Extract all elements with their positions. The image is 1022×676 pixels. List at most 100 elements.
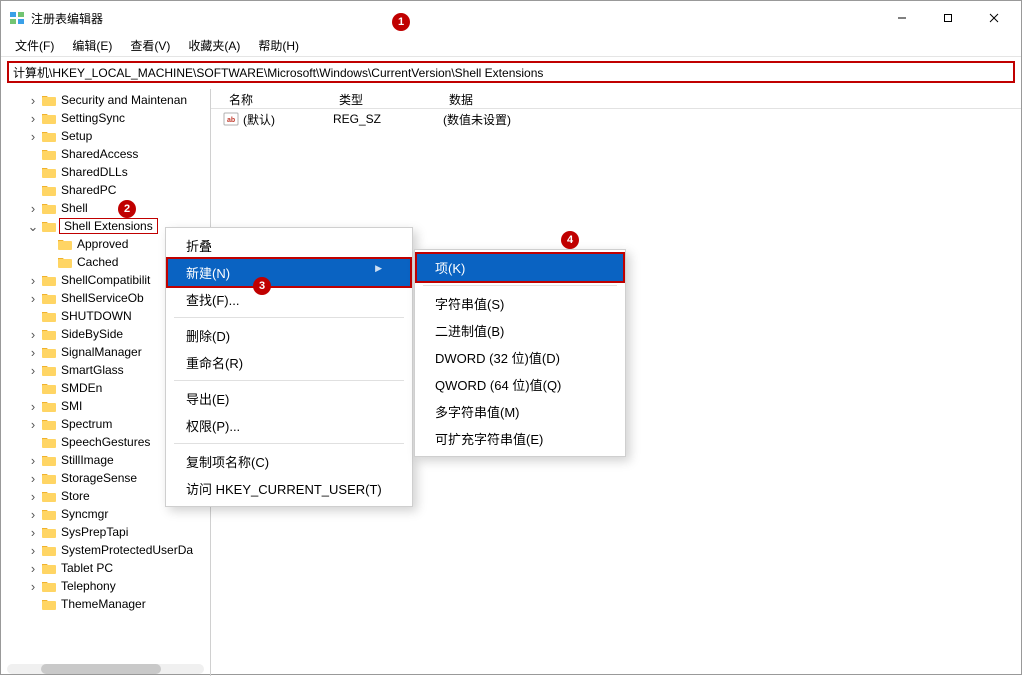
ctx-separator (423, 285, 617, 286)
context-submenu-new[interactable]: 项(K) 字符串值(S) 二进制值(B) DWORD (32 位)值(D) QW… (414, 249, 626, 457)
tree-item[interactable]: ›Syncmgr (3, 505, 210, 523)
chevron-right-icon[interactable]: › (27, 364, 39, 377)
ctx-new-multistring[interactable]: 多字符串值(M) (417, 398, 623, 425)
maximize-button[interactable] (925, 3, 971, 33)
ctx-separator (174, 380, 404, 381)
menu-file[interactable]: 文件(F) (7, 35, 62, 56)
ctx-new-string[interactable]: 字符串值(S) (417, 290, 623, 317)
folder-icon (41, 219, 57, 233)
chevron-right-icon[interactable]: › (27, 508, 39, 521)
address-bar[interactable]: 计算机\HKEY_LOCAL_MACHINE\SOFTWARE\Microsof… (7, 61, 1015, 83)
folder-icon (41, 579, 57, 593)
tree-item[interactable]: SharedAccess (3, 145, 210, 163)
ctx-separator (174, 317, 404, 318)
chevron-right-icon[interactable]: › (27, 454, 39, 467)
ctx-separator (174, 443, 404, 444)
tree-item[interactable]: › SysPrepTapi (3, 523, 210, 541)
svg-text:ab: ab (227, 117, 235, 124)
chevron-right-icon[interactable]: › (27, 490, 39, 503)
tree-item-label: ThemeManager (59, 597, 148, 611)
chevron-right-icon[interactable]: › (27, 328, 39, 341)
tree-hscroll-thumb[interactable] (41, 664, 161, 674)
tree-hscrollbar[interactable] (7, 664, 204, 674)
tree-item-label: Shell Extensions (59, 218, 158, 234)
ctx-new-qword[interactable]: QWORD (64 位)值(Q) (417, 371, 623, 398)
chevron-right-icon[interactable]: › (27, 526, 39, 539)
tree-item-label: SHUTDOWN (59, 309, 134, 323)
list-row-name: (默认) (243, 111, 275, 128)
chevron-right-icon[interactable]: › (27, 202, 39, 215)
tree-item-label: Cached (75, 255, 120, 269)
tree-item[interactable]: ›Shell (3, 199, 210, 217)
tree-item[interactable]: ›Tablet PC (3, 559, 210, 577)
tree-item[interactable]: SharedPC (3, 181, 210, 199)
chevron-right-icon[interactable]: › (27, 472, 39, 485)
tree-item[interactable]: ›Security and Maintenan (3, 91, 210, 109)
ctx-goto-hkcu[interactable]: 访问 HKEY_CURRENT_USER(T) (168, 475, 410, 502)
ctx-new[interactable]: 新建(N) (166, 257, 412, 288)
context-menu[interactable]: 折叠 新建(N) 查找(F)... 删除(D) 重命名(R) 导出(E) 权限(… (165, 227, 413, 507)
menu-view[interactable]: 查看(V) (122, 35, 178, 56)
chevron-right-icon[interactable]: › (27, 418, 39, 431)
minimize-button[interactable] (879, 3, 925, 33)
folder-icon (57, 255, 73, 269)
ctx-new-key[interactable]: 项(K) (415, 252, 625, 283)
annotation-2: 2 (118, 200, 136, 218)
col-header-type[interactable]: 类型 (333, 89, 443, 108)
chevron-right-icon[interactable]: › (27, 94, 39, 107)
tree-item-label: SharedPC (59, 183, 118, 197)
ctx-collapse[interactable]: 折叠 (168, 232, 410, 259)
annotation-4: 4 (561, 231, 579, 249)
chevron-right-icon[interactable]: › (27, 562, 39, 575)
chevron-right-icon[interactable]: › (27, 346, 39, 359)
close-button[interactable] (971, 3, 1017, 33)
chevron-right-icon[interactable]: › (27, 580, 39, 593)
folder-icon (41, 129, 57, 143)
folder-icon (41, 561, 57, 575)
tree-item[interactable]: ThemeManager (3, 595, 210, 613)
ctx-rename[interactable]: 重命名(R) (168, 349, 410, 376)
folder-icon (41, 597, 57, 611)
folder-icon (41, 201, 57, 215)
ctx-permissions[interactable]: 权限(P)... (168, 412, 410, 439)
folder-icon (41, 165, 57, 179)
folder-icon (41, 381, 57, 395)
tree-item[interactable]: ›SystemProtectedUserDa (3, 541, 210, 559)
tree-item[interactable]: › Telephony (3, 577, 210, 595)
col-header-name[interactable]: 名称 (223, 89, 333, 108)
folder-icon (41, 327, 57, 341)
folder-icon (41, 291, 57, 305)
chevron-right-icon[interactable]: › (27, 292, 39, 305)
tree-item-label: Setup (59, 129, 94, 143)
menu-help[interactable]: 帮助(H) (250, 35, 307, 56)
tree-item-label: SMI (59, 399, 84, 413)
ctx-new-dword[interactable]: DWORD (32 位)值(D) (417, 344, 623, 371)
chevron-right-icon[interactable]: › (27, 400, 39, 413)
chevron-right-icon[interactable]: › (27, 544, 39, 557)
ctx-export[interactable]: 导出(E) (168, 385, 410, 412)
folder-icon (41, 363, 57, 377)
folder-icon (41, 543, 57, 557)
chevron-right-icon[interactable]: › (27, 130, 39, 143)
ctx-new-binary[interactable]: 二进制值(B) (417, 317, 623, 344)
ctx-new-expandstring[interactable]: 可扩充字符串值(E) (417, 425, 623, 452)
tree-item-label: Telephony (59, 579, 118, 593)
window-buttons (879, 3, 1017, 33)
ctx-copy-key-name[interactable]: 复制项名称(C) (168, 448, 410, 475)
col-header-data[interactable]: 数据 (443, 89, 1021, 108)
ctx-delete[interactable]: 删除(D) (168, 322, 410, 349)
tree-item-label: Approved (75, 237, 130, 251)
tree-item-label: SysPrepTapi (59, 525, 130, 539)
list-row[interactable]: ab (默认) REG_SZ (数值未设置) (211, 109, 1021, 129)
menu-edit[interactable]: 编辑(E) (64, 35, 120, 56)
tree-item[interactable]: › Setup (3, 127, 210, 145)
chevron-right-icon[interactable]: › (27, 274, 39, 287)
tree-item-label: ShellServiceOb (59, 291, 146, 305)
chevron-right-icon[interactable]: › (27, 112, 39, 125)
folder-icon (41, 147, 57, 161)
ctx-find[interactable]: 查找(F)... (168, 286, 410, 313)
tree-item[interactable]: SharedDLLs (3, 163, 210, 181)
tree-item[interactable]: ›SettingSync (3, 109, 210, 127)
menu-favorites[interactable]: 收藏夹(A) (180, 35, 248, 56)
chevron-down-icon[interactable]: ⌄ (27, 220, 39, 233)
